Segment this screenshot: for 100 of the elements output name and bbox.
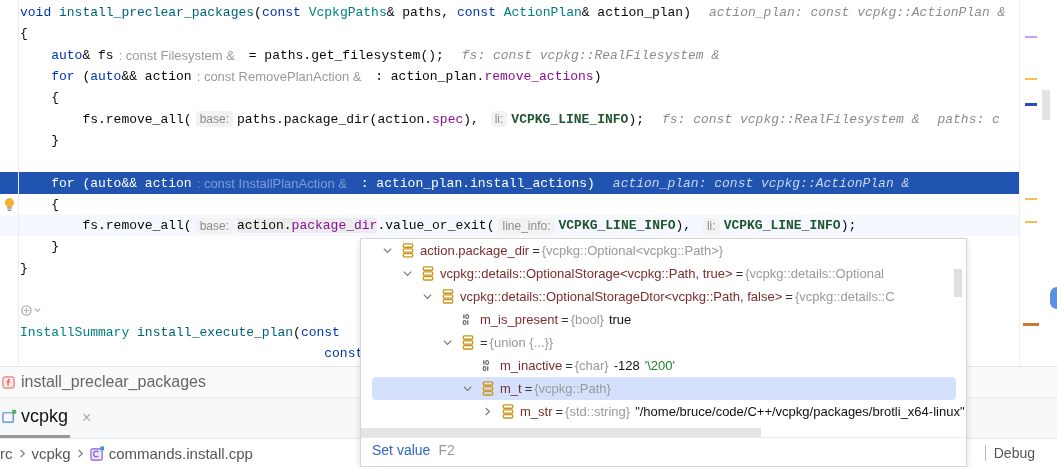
code-text: auto bbox=[90, 69, 122, 85]
type-hint: : const RemovePlanAction & bbox=[196, 69, 362, 85]
set-value-link[interactable]: Set value bbox=[372, 442, 431, 458]
code-text: ( bbox=[81, 175, 91, 191]
type-hint: : const Filesystem & bbox=[118, 47, 235, 63]
vertical-scrollbar[interactable] bbox=[954, 269, 962, 297]
tree-row[interactable]: m_inactive ={char} -128 '\200' bbox=[372, 354, 956, 377]
variable-type: {vcpkg::Path} bbox=[534, 381, 611, 396]
code-text: const bbox=[323, 345, 364, 361]
code-text: install_preclear_packages bbox=[59, 5, 255, 21]
code-text: { bbox=[50, 196, 59, 212]
scrollbar-thumb[interactable] bbox=[1042, 90, 1050, 120]
equals-sign: = bbox=[532, 243, 540, 258]
tree-row[interactable]: action.package_dir ={vcpkg::Optional<vcpkg::Path>} bbox=[372, 239, 956, 262]
code-text: { bbox=[20, 26, 28, 42]
equals-sign: = bbox=[565, 358, 573, 373]
code-text: && action bbox=[121, 175, 192, 191]
struct-icon bbox=[502, 404, 514, 419]
code-text: auto bbox=[90, 175, 122, 191]
code-text: : action_plan. bbox=[374, 69, 485, 85]
variable-name: m_inactive bbox=[500, 358, 563, 373]
variable-name: vcpkg::details::OptionalStorageDtor<vcpkg::Path, false> bbox=[460, 289, 783, 304]
chevron-down-icon[interactable] bbox=[462, 383, 473, 394]
scrollbar-marker bbox=[1023, 323, 1039, 326]
tree-row[interactable]: m_is_present ={bool} true bbox=[372, 308, 956, 331]
code-text: ( bbox=[254, 5, 262, 21]
struct-icon bbox=[442, 289, 454, 304]
parameter-hint: base: bbox=[195, 111, 233, 128]
variable-type: {std::string} bbox=[565, 404, 631, 419]
code-text: fs.remove_all( bbox=[81, 111, 192, 127]
code-text: .value_or_exit( bbox=[377, 218, 495, 234]
code-vision-icon[interactable] bbox=[20, 303, 42, 319]
code-text: void bbox=[20, 5, 53, 21]
tree-row[interactable]: m_t ={vcpkg::Path} bbox=[372, 377, 956, 400]
code-text: InstallSummary bbox=[20, 324, 131, 340]
struct-icon bbox=[422, 266, 434, 281]
code-text: auto bbox=[50, 47, 83, 63]
lightbulb-icon[interactable] bbox=[3, 196, 15, 212]
struct-icon bbox=[402, 243, 414, 258]
breadcrumb-item[interactable]: vcpkg bbox=[31, 444, 71, 462]
variable-type: {union {...}} bbox=[489, 335, 554, 350]
tree-row[interactable]: m_str ={std::string} "/home/bruce/code/C++/vcpkg/packages/brotli_x64-linux" bbox=[372, 400, 970, 423]
tree-row[interactable]: ={union {...}} bbox=[372, 331, 956, 354]
code-text: } bbox=[20, 260, 28, 276]
variable-value: true bbox=[608, 312, 632, 327]
module-icon bbox=[2, 409, 17, 424]
equals-sign: = bbox=[480, 335, 488, 350]
code-text: const bbox=[300, 324, 340, 340]
code-text: & fs bbox=[82, 47, 114, 63]
inline-value: paths: c bbox=[937, 111, 1000, 127]
chevron-right-icon[interactable] bbox=[482, 406, 493, 417]
code-text: } bbox=[50, 239, 59, 255]
tree-row[interactable]: vcpkg::details::OptionalStorage<vcpkg::Path, true> ={vcpkg::details::Optional bbox=[372, 262, 956, 285]
variable-value: -128 bbox=[613, 358, 640, 373]
struct-icon bbox=[462, 335, 474, 350]
equals-sign: = bbox=[524, 381, 533, 396]
parameter-hint: base: bbox=[195, 217, 233, 234]
equals-sign: = bbox=[785, 289, 793, 304]
chevron-down-icon[interactable] bbox=[382, 245, 393, 256]
floating-button[interactable] bbox=[1050, 287, 1057, 309]
scrollbar-marker bbox=[1025, 36, 1037, 38]
chevron-down-icon[interactable] bbox=[422, 291, 433, 302]
code-text: paths.package_dir(action. bbox=[237, 111, 433, 127]
horizontal-scrollbar[interactable] bbox=[361, 428, 761, 437]
code-text: const bbox=[456, 5, 497, 21]
inline-value: action_plan: const vcpkg::ActionPlan & bbox=[708, 5, 1006, 21]
inline-value: fs: const vcpkg::RealFilesystem & bbox=[461, 47, 720, 63]
code-text: ) bbox=[587, 175, 595, 191]
type-hint: : const InstallPlanAction & bbox=[196, 175, 347, 191]
debug-tab[interactable]: Debug bbox=[984, 445, 1035, 461]
chevron-down-icon[interactable] bbox=[442, 337, 453, 348]
parameter-hint: line_info: bbox=[498, 217, 555, 234]
code-text: spec bbox=[432, 111, 464, 127]
breadcrumb-item[interactable]: commands.install.cpp bbox=[108, 444, 253, 462]
code-text: ), bbox=[463, 111, 480, 127]
scrollbar-marker bbox=[1025, 78, 1037, 80]
code-text: VCPKG_LINE_INFO bbox=[511, 111, 629, 127]
code-text: for bbox=[50, 175, 75, 191]
code-text: ); bbox=[628, 111, 644, 127]
variable-type: {vcpkg::details::C bbox=[794, 289, 895, 304]
scrollbar-marker bbox=[1025, 221, 1037, 223]
code-text: fs.remove_all( bbox=[81, 218, 192, 234]
tool-window-tab[interactable]: vcpkg bbox=[0, 398, 71, 438]
struct-icon bbox=[482, 381, 494, 396]
code-text: install_actions bbox=[470, 175, 588, 191]
code-text: ) bbox=[593, 69, 602, 85]
variable-type: {vcpkg::details::Optional bbox=[745, 266, 884, 281]
parameter-hint: li: bbox=[702, 217, 720, 234]
code-text: action. bbox=[237, 218, 292, 234]
code-text: remove_actions bbox=[484, 69, 594, 85]
code-text: install_execute_plan bbox=[137, 324, 294, 340]
breadcrumb-item[interactable]: rc bbox=[0, 444, 13, 462]
code-text: const bbox=[261, 5, 302, 21]
code-text: VcpkgPaths bbox=[308, 5, 387, 21]
code-text: ActionPlan bbox=[503, 5, 582, 21]
code-text: for bbox=[50, 69, 75, 85]
tree-row[interactable]: vcpkg::details::OptionalStorageDtor<vcpkg::Path, false> ={vcpkg::details::C bbox=[372, 285, 956, 308]
code-text: } bbox=[50, 132, 59, 148]
chevron-down-icon[interactable] bbox=[402, 268, 413, 279]
breadcrumb-item[interactable]: install_preclear_packages bbox=[21, 373, 206, 391]
